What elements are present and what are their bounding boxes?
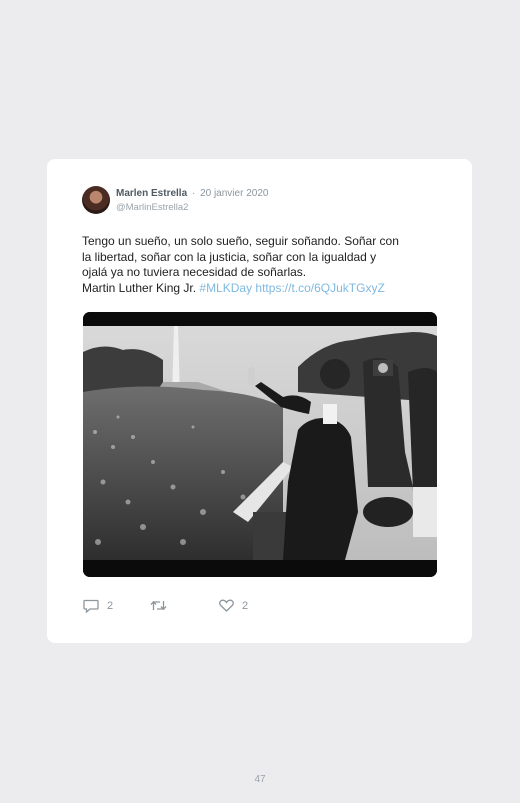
reply-count: 2 bbox=[107, 600, 114, 612]
tweet-attribution-line: Martin Luther King Jr. #MLKDay https://t… bbox=[82, 281, 442, 297]
heart-icon bbox=[219, 599, 234, 612]
reply-icon bbox=[83, 599, 99, 613]
tweet-card: Marlen Estrella · 20 janvier 2020 @Marli… bbox=[47, 159, 472, 643]
retweet-action[interactable] bbox=[150, 599, 175, 612]
attribution-text: Martin Luther King Jr. bbox=[82, 280, 200, 295]
retweet-icon bbox=[150, 599, 167, 612]
page-number: 47 bbox=[254, 774, 266, 785]
like-action[interactable]: 2 bbox=[219, 599, 248, 612]
header-separator: · bbox=[191, 188, 196, 199]
tweet-date[interactable]: 20 janvier 2020 bbox=[200, 188, 268, 199]
tweet-text-line: ojalá ya no tuviera necesidad de soñarla… bbox=[82, 265, 307, 279]
tweet-text-line: la libertad, soñar con la justicia, soña… bbox=[82, 249, 377, 264]
hashtag-link[interactable]: #MLKDay bbox=[199, 281, 252, 295]
url-link[interactable]: https://t.co/6QJukTGxyZ bbox=[255, 281, 384, 295]
like-count: 2 bbox=[242, 599, 249, 612]
tweet-actions: 2 2 bbox=[83, 599, 283, 615]
tweet-header: Marlen Estrella · 20 janvier 2020 bbox=[116, 188, 268, 199]
avatar[interactable] bbox=[82, 186, 110, 214]
author-name[interactable]: Marlen Estrella bbox=[116, 188, 187, 199]
tweet-photo[interactable] bbox=[83, 312, 437, 577]
tweet-text-line: Tengo un sueño, un solo sueño, seguir so… bbox=[82, 234, 399, 248]
photo-graphic bbox=[83, 312, 437, 577]
reply-action[interactable]: 2 bbox=[83, 599, 113, 613]
author-handle[interactable]: @MarlinEstrella2 bbox=[116, 202, 188, 213]
tweet-text: Tengo un sueño, un solo sueño, seguir so… bbox=[82, 234, 442, 296]
